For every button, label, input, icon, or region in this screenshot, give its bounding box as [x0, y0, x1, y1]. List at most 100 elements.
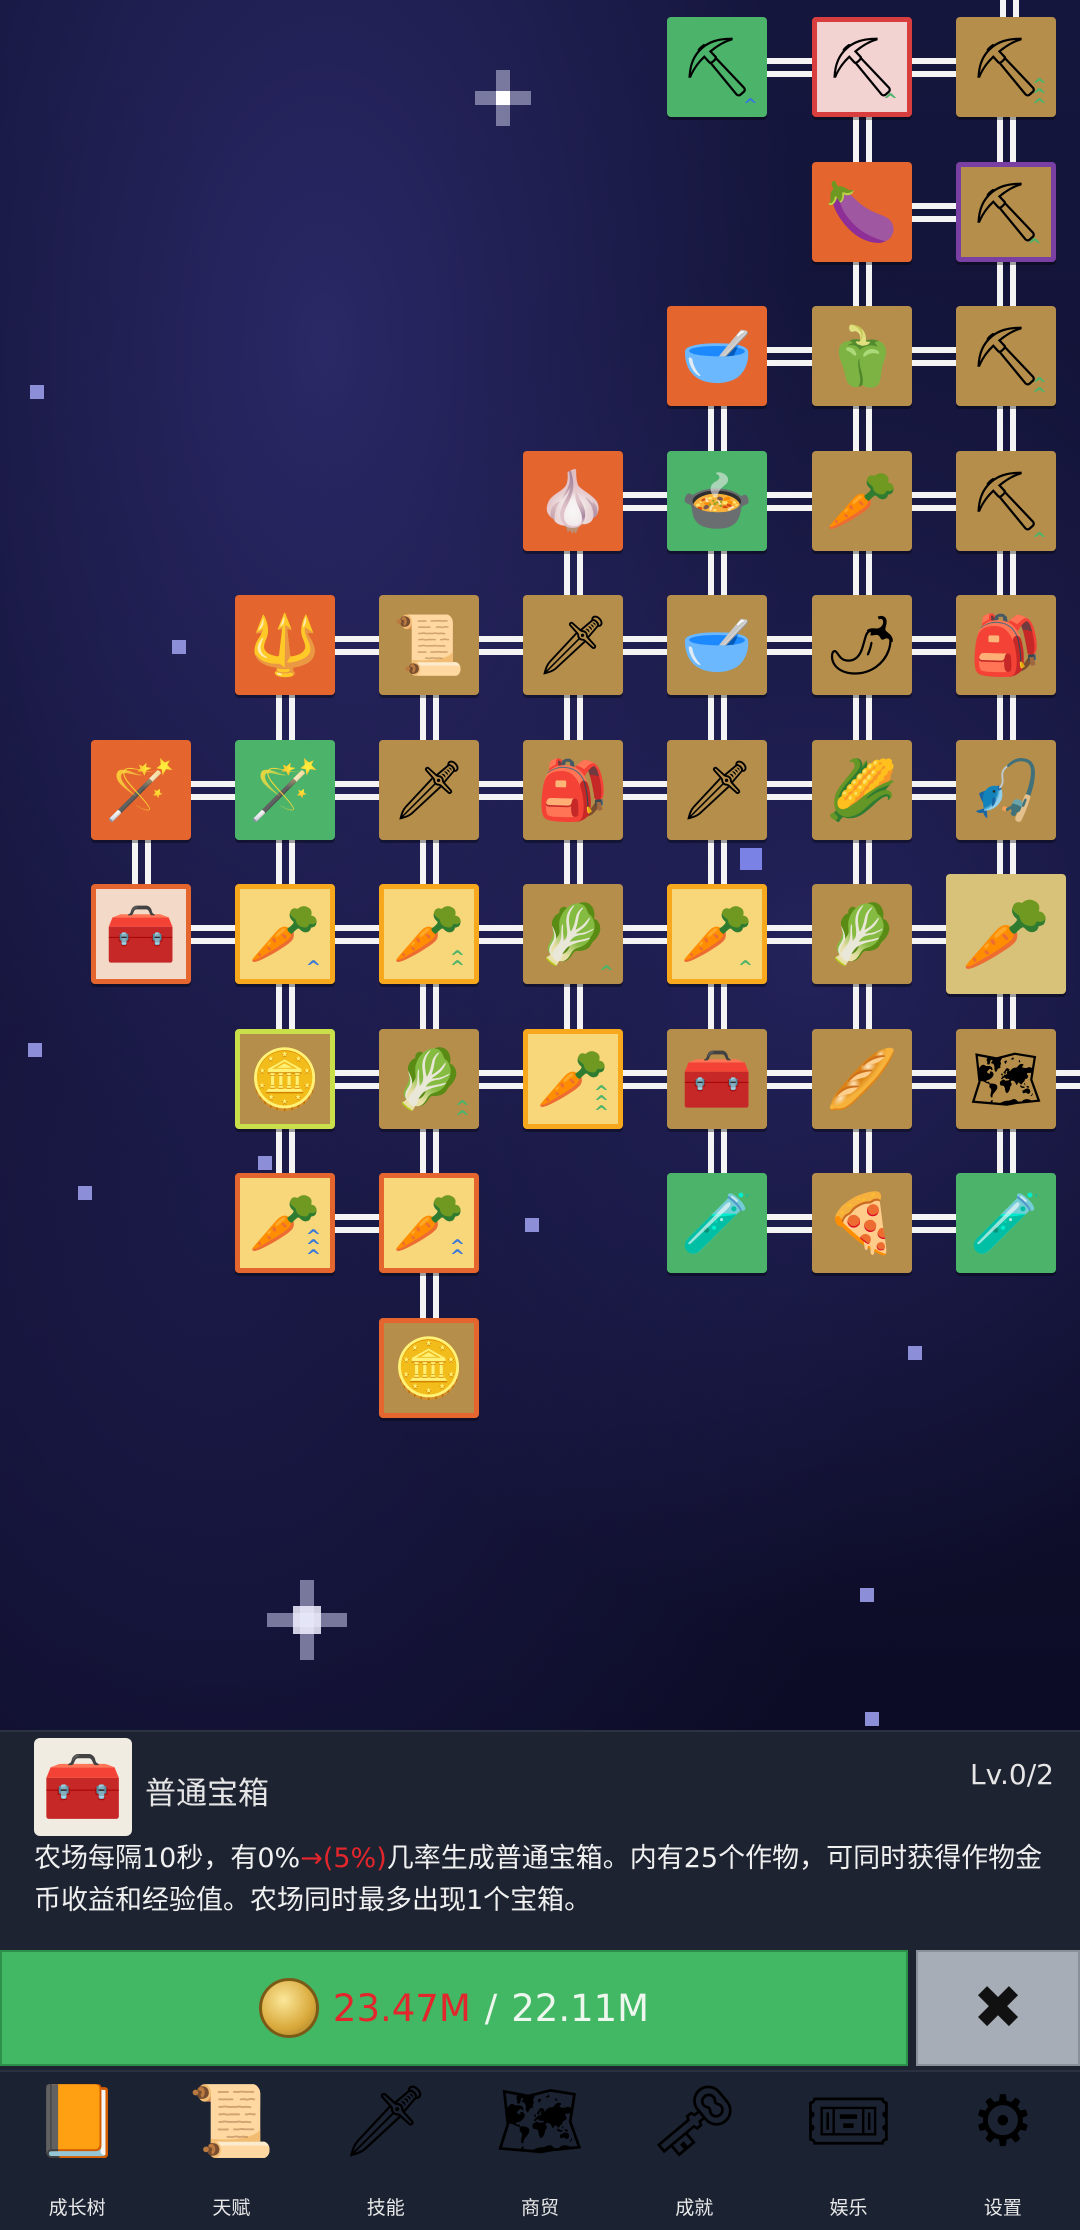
skill-node-sword[interactable]: 🗡 — [523, 595, 623, 695]
key-icon: 🗝 — [649, 2080, 739, 2162]
tree-link — [912, 1227, 956, 1233]
nav-item-key[interactable]: 🗝 成就 — [624, 2072, 764, 2230]
tree-link — [433, 1273, 439, 1318]
nav-item-gear[interactable]: ⚙ 设置 — [933, 2072, 1073, 2230]
skill-node-staff[interactable]: 🪄 — [91, 740, 191, 840]
nav-item-scroll[interactable]: 📜 天赋 — [161, 2072, 301, 2230]
nav-item-book[interactable]: 📙 成长树 — [7, 2072, 147, 2230]
skill-node-bag[interactable]: 🎒 — [956, 595, 1056, 695]
tree-link — [708, 984, 714, 1029]
tree-link — [912, 216, 956, 222]
skill-node-carrot[interactable]: 🥕 ^ ^ ^ — [523, 1029, 623, 1129]
skill-node-parsnip[interactable]: 🥖 — [812, 1029, 912, 1129]
tree-link — [1010, 406, 1016, 451]
skill-node-bowl[interactable]: 🥣 — [667, 595, 767, 695]
skill-node-cabbage[interactable]: 🥬 ^ ^ — [379, 1029, 479, 1129]
tree-link — [1013, 0, 1019, 17]
skill-node-shovel[interactable]: ⛏ ^ ^ — [956, 306, 1056, 406]
pizza-icon: 🍕 — [825, 1189, 899, 1257]
skill-node-chest[interactable]: 🧰 — [91, 884, 191, 984]
skill-node-sword[interactable]: 🗡 — [667, 740, 767, 840]
garlic-icon: 🧄 — [536, 467, 610, 535]
skill-node-cabbage[interactable]: 🥬 — [812, 884, 912, 984]
tree-link — [191, 794, 235, 800]
tree-link — [1010, 551, 1016, 595]
skill-node-carrot[interactable]: 🥕 ^ — [667, 884, 767, 984]
tree-link — [997, 117, 1003, 162]
tree-link — [912, 781, 956, 787]
nav-label: 娱乐 — [829, 2197, 868, 2219]
skill-node-chest[interactable]: 🧰 — [667, 1029, 767, 1129]
skill-node-shovel[interactable]: ⛏ ^ — [956, 451, 1056, 551]
tree-link — [289, 695, 295, 740]
nav-item-sword[interactable]: 🗡 技能 — [316, 2072, 456, 2230]
skill-node-map[interactable]: 🗺 — [956, 1029, 1056, 1129]
sword-icon: 🗡 — [341, 2080, 431, 2162]
tree-link — [721, 406, 727, 451]
skill-node-bag[interactable]: 🎒 — [523, 740, 623, 840]
skill-node-shovel[interactable]: ⛏ ^ — [956, 162, 1056, 262]
sword-icon: 🗡 — [680, 756, 754, 824]
skill-node-bowl[interactable]: 🥣 — [667, 306, 767, 406]
tree-link — [433, 984, 439, 1029]
chest-icon: 🧰 — [41, 1748, 125, 1825]
skill-node-staff[interactable]: 🪄 — [235, 740, 335, 840]
tree-link — [997, 262, 1003, 306]
tree-link — [577, 840, 583, 884]
tree-link — [866, 1129, 872, 1173]
tree-link — [623, 1070, 667, 1076]
skill-node-coin[interactable]: 🪙 — [235, 1029, 335, 1129]
skill-node-carrot[interactable]: 🥕 ^ ^ — [379, 884, 479, 984]
skill-node-sword[interactable]: 🗡 — [379, 740, 479, 840]
upgrade-chevron-icon: ^ — [742, 95, 758, 117]
skill-node-shovel[interactable]: ⛏ ^ — [667, 17, 767, 117]
tree-link — [912, 1214, 956, 1220]
tree-link — [708, 1129, 714, 1173]
skill-node-carrot[interactable]: 🥕 — [946, 874, 1066, 994]
scroll-icon: 📜 — [187, 2080, 275, 2162]
skill-node-carrot[interactable]: 🥕 ^ ^ — [379, 1173, 479, 1273]
upgrade-button[interactable]: 23.47M / 22.11M — [0, 1950, 908, 2066]
skill-node-rod[interactable]: 🎣 — [956, 740, 1056, 840]
book-icon: 📙 — [33, 2080, 121, 2162]
tree-link — [912, 649, 956, 655]
skill-node-pizza[interactable]: 🍕 — [812, 1173, 912, 1273]
tree-link — [853, 984, 859, 1029]
tree-link — [420, 1129, 426, 1173]
tree-link — [577, 551, 583, 595]
tree-link — [433, 840, 439, 884]
shovel-icon: ⛏ — [969, 178, 1043, 246]
skill-node-potion[interactable]: 🧪 — [956, 1173, 1056, 1273]
cost-separator: / — [484, 1986, 498, 2030]
nav-item-map[interactable]: 🗺 商贸 — [470, 2072, 610, 2230]
skill-node-radish[interactable]: 🥕 — [812, 451, 912, 551]
tree-link — [623, 636, 667, 642]
skill-node-pepper[interactable]: 🫑 — [812, 306, 912, 406]
tree-link — [335, 636, 379, 642]
close-button[interactable]: ✖ — [916, 1950, 1080, 2066]
tree-link — [912, 794, 956, 800]
skill-node-garlic[interactable]: 🧄 — [523, 451, 623, 551]
upgrade-chevron-icon: ^ ^ ^ — [593, 1082, 609, 1124]
tree-link — [623, 781, 667, 787]
skill-node-carrot[interactable]: 🥕 ^ — [235, 884, 335, 984]
tree-link — [866, 117, 872, 162]
nav-label: 成长树 — [48, 2197, 106, 2219]
skill-node-coin[interactable]: 🪙 — [379, 1318, 479, 1418]
staff-icon: 🪄 — [248, 756, 322, 824]
skill-node-cabbage[interactable]: 🥬 ^ — [523, 884, 623, 984]
skill-node-staff[interactable]: 🔱 — [235, 595, 335, 695]
skill-node-eggplant[interactable]: 🍆 — [812, 162, 912, 262]
tree-link — [767, 794, 812, 800]
skill-node-shovel[interactable]: ⛏ ^ — [812, 17, 912, 117]
skill-node-shovel[interactable]: ⛏ ^ ^ ^ — [956, 17, 1056, 117]
tree-link — [912, 1070, 956, 1076]
skill-node-potion[interactable]: 🧪 — [667, 1173, 767, 1273]
nav-item-ticket[interactable]: 🎟 娱乐 — [779, 2072, 919, 2230]
skill-node-chili[interactable]: 🌶 — [812, 595, 912, 695]
skill-node-bowl[interactable]: 🍲 — [667, 451, 767, 551]
sword-icon: 🗡 — [392, 756, 466, 824]
skill-node-corn[interactable]: 🌽 — [812, 740, 912, 840]
skill-node-map[interactable]: 📜 — [379, 595, 479, 695]
skill-node-carrot[interactable]: 🥕 ^ ^ ^ — [235, 1173, 335, 1273]
